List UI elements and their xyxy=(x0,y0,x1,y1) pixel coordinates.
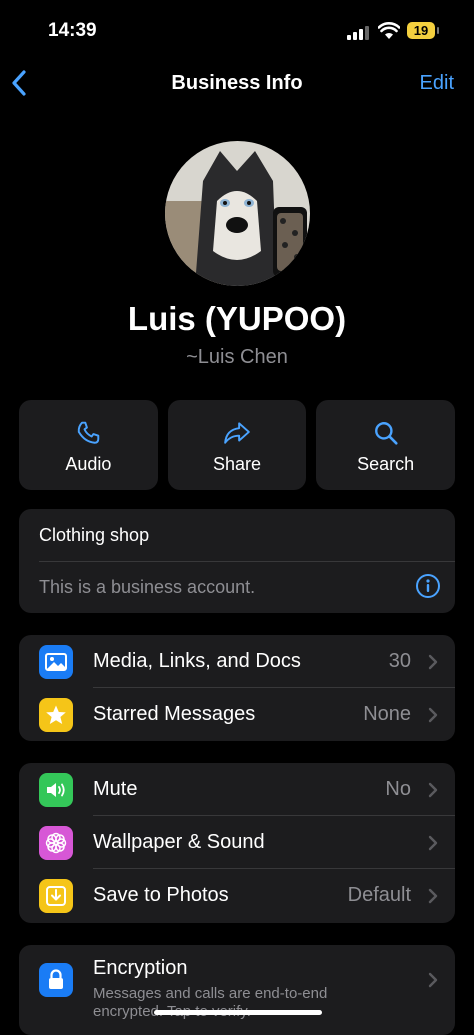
row-label: Wallpaper & Sound xyxy=(93,831,265,853)
encryption-title: Encryption xyxy=(93,957,188,979)
share-label: Share xyxy=(212,454,262,474)
share-arrow-icon xyxy=(224,422,250,444)
encryption-subtitle: Messages and calls are end-to-end encryp… xyxy=(93,985,328,1020)
row-value: None xyxy=(363,703,411,725)
phone-icon xyxy=(78,421,100,444)
mute-row[interactable]: Mute No xyxy=(19,763,455,816)
husky-photo xyxy=(165,141,310,286)
business-notice[interactable]: This is a business account. xyxy=(39,577,255,598)
chevron-right-icon xyxy=(428,707,438,723)
flower-icon xyxy=(39,826,73,860)
download-icon xyxy=(39,879,73,913)
encryption-card[interactable]: Encryption Messages and calls are end-to… xyxy=(19,945,455,1035)
media-links-docs-row[interactable]: Media, Links, and Docs 30 xyxy=(19,635,455,688)
star-icon xyxy=(39,698,73,732)
battery-icon: 19 xyxy=(407,22,439,39)
chevron-right-icon xyxy=(428,835,438,851)
info-icon[interactable] xyxy=(415,573,441,599)
chevron-right-icon xyxy=(428,888,438,904)
search-label: Search xyxy=(357,454,415,474)
edit-button[interactable]: Edit xyxy=(420,72,454,95)
share-button[interactable]: Share xyxy=(167,400,307,490)
page-title: Business Info xyxy=(171,72,303,94)
photo-icon xyxy=(39,645,73,679)
chevron-right-icon xyxy=(428,972,438,988)
row-label: Media, Links, and Docs xyxy=(93,650,301,672)
starred-messages-row[interactable]: Starred Messages None xyxy=(19,688,455,741)
divider xyxy=(39,561,455,562)
business-info-card: Clothing shop This is a business account… xyxy=(19,509,455,613)
status-time: 14:39 xyxy=(48,20,97,41)
chevron-right-icon xyxy=(428,782,438,798)
lock-icon xyxy=(39,963,73,997)
row-value: 30 xyxy=(388,650,411,672)
profile-subname: ~Luis Chen xyxy=(186,346,288,368)
signal-icon xyxy=(347,26,369,40)
row-value: Default xyxy=(347,884,411,906)
audio-label: Audio xyxy=(65,454,112,474)
media-starred-group: Media, Links, and Docs 30 Starred Messag… xyxy=(19,635,455,741)
search-button[interactable]: Search xyxy=(316,400,456,490)
wifi-icon xyxy=(378,22,400,39)
chevron-right-icon xyxy=(428,654,438,670)
status-bar: 14:39 19 xyxy=(0,0,474,60)
profile-name: Luis (YUPOO) xyxy=(127,300,347,337)
row-label: Save to Photos xyxy=(93,884,229,906)
nav-bar: Business Info Edit xyxy=(0,64,474,104)
audio-button[interactable]: Audio xyxy=(19,400,158,490)
speaker-icon xyxy=(39,773,73,807)
business-category: Clothing shop xyxy=(39,525,150,545)
save-to-photos-row[interactable]: Save to Photos Default xyxy=(19,869,455,922)
settings-group: Mute No Wallpaper & Sound Save to Photos… xyxy=(19,763,455,923)
wallpaper-sound-row[interactable]: Wallpaper & Sound xyxy=(19,816,455,869)
action-buttons: Audio Share Search xyxy=(19,400,456,490)
row-label: Mute xyxy=(93,778,138,800)
row-value: No xyxy=(385,778,411,800)
search-icon xyxy=(374,422,398,445)
row-label: Starred Messages xyxy=(93,703,256,725)
avatar[interactable] xyxy=(165,141,310,286)
home-indicator[interactable] xyxy=(154,1010,322,1015)
